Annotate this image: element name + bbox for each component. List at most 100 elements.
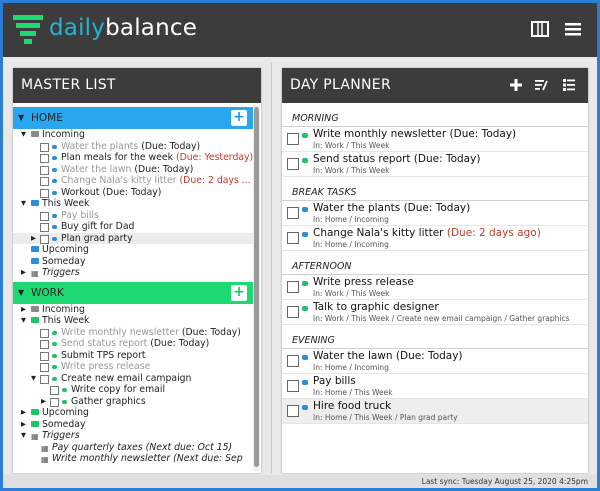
home-section-header[interactable]: ▼ HOME + — [13, 107, 253, 129]
task-checkbox[interactable] — [40, 165, 49, 175]
task-path: In: Work / This Week / Create new email … — [313, 314, 570, 323]
task-checkbox[interactable] — [40, 234, 49, 244]
task-checkbox[interactable] — [40, 154, 49, 163]
planner-item[interactable]: Water the plants (Due: Today) In: Home /… — [282, 201, 588, 226]
task-checkbox[interactable] — [287, 232, 299, 244]
task-checkbox[interactable] — [287, 207, 299, 219]
tree-row[interactable]: ▶ ▦ Triggers — [13, 267, 253, 279]
due-label: (Due: Today) — [134, 163, 194, 175]
task-checkbox[interactable] — [287, 281, 299, 293]
task-checkbox[interactable] — [40, 188, 49, 198]
columns-icon[interactable] — [531, 21, 549, 37]
task-checkbox[interactable] — [40, 328, 49, 338]
add-home-task-button[interactable]: + — [231, 110, 247, 126]
planner-item[interactable]: Write monthly newsletter (Due: Today) In… — [282, 127, 588, 152]
work-section-header[interactable]: ▼ WORK + — [13, 281, 253, 304]
planner-item[interactable]: Change Nala's kitty litter (Due: 2 days … — [282, 226, 588, 251]
plus-icon[interactable] — [509, 78, 523, 92]
expand-triangle-icon[interactable]: ▶ — [41, 396, 46, 408]
calendar-icon: ▦ — [31, 269, 39, 278]
task-checkbox[interactable] — [287, 355, 299, 367]
tree-row[interactable]: Send status report (Due: Today) — [13, 338, 253, 350]
home-dot-icon — [302, 405, 308, 410]
work-dot-icon — [302, 133, 308, 138]
tree-row[interactable]: Someday — [13, 256, 253, 268]
task-checkbox[interactable] — [40, 223, 49, 232]
tree-row[interactable]: ▼ This Week — [13, 315, 253, 327]
collapse-triangle-icon[interactable]: ▼ — [21, 430, 26, 442]
scrollbar-thumb[interactable] — [254, 107, 259, 467]
collapse-triangle-icon[interactable]: ▼ — [21, 315, 26, 327]
tree-row[interactable]: ▶ Plan grad party — [13, 232, 253, 245]
task-label: Water the lawn — [61, 163, 132, 175]
task-checkbox[interactable] — [50, 386, 59, 395]
hamburger-menu-icon[interactable] — [564, 21, 582, 37]
due-label: (Due: Today) — [403, 202, 471, 214]
collapse-triangle-icon[interactable]: ▼ — [18, 107, 24, 129]
expand-triangle-icon[interactable]: ▶ — [21, 407, 26, 419]
expand-triangle-icon[interactable]: ▶ — [21, 267, 26, 279]
checklist-icon[interactable] — [534, 78, 548, 92]
tree-row[interactable]: Workout (Due: Today) — [13, 187, 253, 199]
work-dot-icon — [52, 353, 57, 358]
task-checkbox[interactable] — [40, 177, 49, 186]
tree-row[interactable]: ▶ Upcoming — [13, 407, 253, 419]
task-title: Write monthly newsletter — [313, 128, 447, 140]
tree-row[interactable]: ▶ Someday — [13, 419, 253, 431]
expand-triangle-icon[interactable]: ▶ — [21, 419, 26, 431]
task-checkbox[interactable] — [287, 158, 299, 170]
tree-row[interactable]: ▼ This Week — [13, 198, 253, 210]
task-title: Water the lawn — [313, 350, 393, 362]
tree-row[interactable]: Pay bills — [13, 210, 253, 222]
tree-row[interactable]: Upcoming — [13, 244, 253, 256]
collapse-triangle-icon[interactable]: ▼ — [18, 282, 24, 304]
collapse-triangle-icon[interactable]: ▼ — [21, 129, 26, 141]
task-checkbox[interactable] — [40, 142, 49, 152]
tree-row[interactable]: Write press release — [13, 361, 253, 373]
tree-row[interactable]: ▦ Write monthly newsletter (Next due: Se… — [13, 453, 253, 465]
tree-row[interactable]: ▼ Incoming — [13, 129, 253, 141]
tree-row[interactable]: ▶ Incoming — [13, 304, 253, 316]
task-checkbox[interactable] — [287, 133, 299, 145]
list-view-icon[interactable] — [562, 78, 576, 92]
inbox-icon — [31, 305, 39, 312]
tree-row[interactable]: Water the plants (Due: Today) — [13, 141, 253, 153]
expand-triangle-icon[interactable]: ▶ — [21, 304, 26, 316]
task-checkbox[interactable] — [287, 380, 299, 392]
tree-row[interactable]: Water the lawn (Due: Today) — [13, 164, 253, 176]
section-label: EVENING — [282, 333, 588, 349]
task-checkbox[interactable] — [50, 397, 59, 407]
panel-divider[interactable] — [271, 63, 272, 473]
master-list-tree: ▼ HOME + ▼ Incoming Water the plants (Du… — [13, 103, 253, 473]
collapse-triangle-icon[interactable]: ▼ — [21, 198, 26, 210]
tree-row[interactable]: Write copy for email — [13, 384, 253, 396]
planner-item[interactable]: Send status report (Due: Today) In: Work… — [282, 152, 588, 177]
tree-row[interactable]: Plan meals for the week (Due: Yesterday) — [13, 152, 253, 164]
task-checkbox[interactable] — [287, 405, 299, 417]
planner-item[interactable]: Hire food truck In: Home / This Week / P… — [282, 399, 588, 424]
tree-row[interactable]: ▼ ▦ Triggers — [13, 430, 253, 442]
tree-row[interactable]: ▶ Gather graphics — [13, 396, 253, 408]
master-list-title: MASTER LIST — [13, 68, 261, 103]
tree-row[interactable]: Submit TPS report — [13, 350, 253, 362]
master-list-scrollbar[interactable] — [253, 105, 260, 471]
planner-item[interactable]: Talk to graphic designer In: Work / This… — [282, 300, 588, 325]
tree-row[interactable]: Write monthly newsletter (Due: Today) — [13, 327, 253, 339]
task-checkbox[interactable] — [40, 340, 49, 349]
task-checkbox[interactable] — [40, 351, 49, 361]
tree-row[interactable]: Buy gift for Dad — [13, 221, 253, 233]
tree-row[interactable]: ▼ Create new email campaign — [13, 373, 253, 385]
planner-item[interactable]: Pay bills In: Home / This Week — [282, 374, 588, 399]
expand-triangle-icon[interactable]: ▶ — [31, 233, 36, 245]
task-checkbox[interactable] — [287, 306, 299, 318]
task-title: Change Nala's kitty litter — [313, 227, 444, 239]
task-checkbox[interactable] — [40, 363, 49, 372]
tree-row[interactable]: ▦ Pay quarterly taxes (Next due: Oct 15) — [13, 442, 253, 454]
collapse-triangle-icon[interactable]: ▼ — [31, 373, 36, 385]
planner-item[interactable]: Write press release In: Work / This Week — [282, 275, 588, 300]
add-work-task-button[interactable]: + — [231, 284, 247, 301]
planner-item[interactable]: Water the lawn (Due: Today) In: Home / I… — [282, 349, 588, 374]
task-checkbox[interactable] — [40, 374, 49, 384]
task-checkbox[interactable] — [40, 211, 49, 221]
tree-row[interactable]: Change Nala's kitty litter (Due: 2 days … — [13, 175, 253, 187]
